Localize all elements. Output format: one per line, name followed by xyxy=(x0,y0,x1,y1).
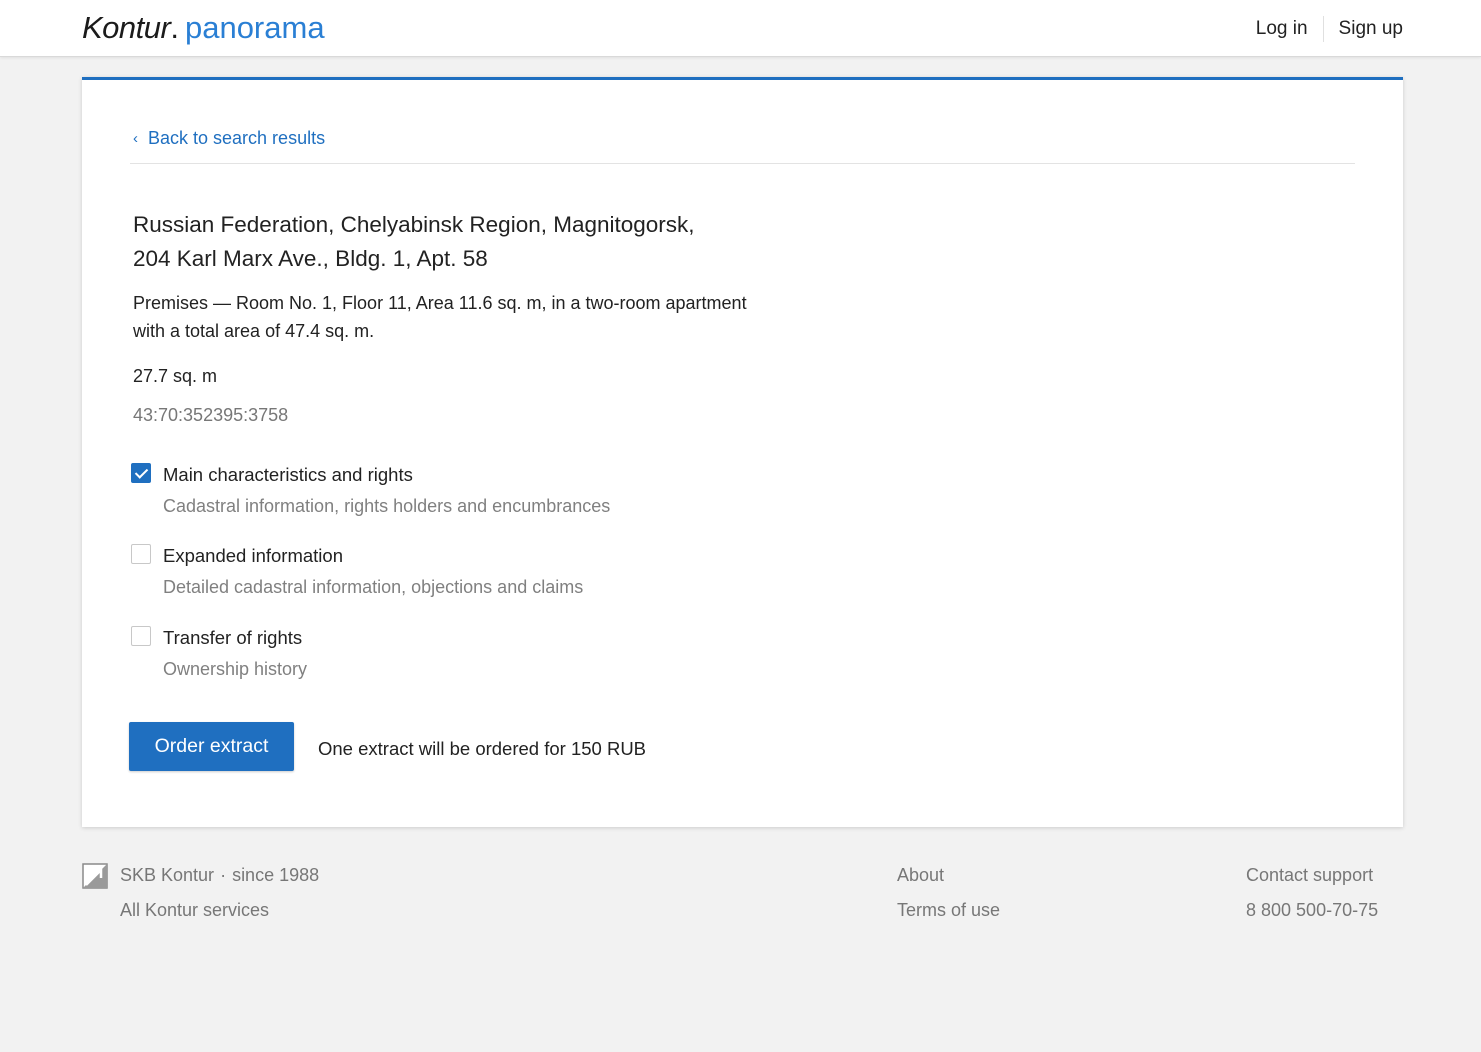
order-price-note: One extract will be ordered for 150 RUB xyxy=(318,738,647,759)
logo-dot: . xyxy=(170,10,179,45)
footer-company: SKB Kontur · since 1988 xyxy=(120,865,319,886)
auth-divider xyxy=(1322,16,1324,42)
company-since: since 1988 xyxy=(232,865,320,885)
option-expanded-information[interactable]: Expanded information Detailed cadastral … xyxy=(131,544,831,604)
option-main-characteristics[interactable]: Main characteristics and rights Cadastra… xyxy=(131,463,831,523)
property-address: Russian Federation, Chelyabinsk Region, … xyxy=(133,208,753,276)
terms-of-use-link[interactable]: Terms of use xyxy=(897,900,1000,921)
top-bar: Kontur. panorama Log in Sign up xyxy=(0,0,1481,57)
about-link[interactable]: About xyxy=(897,865,944,886)
footer: SKB Kontur · since 1988 All Kontur service… xyxy=(0,860,1481,940)
order-extract-button[interactable]: Order extract xyxy=(129,722,294,771)
option-title: Expanded information xyxy=(163,545,343,566)
back-to-results-link[interactable]: ‹ Back to search results xyxy=(133,128,325,149)
contact-support-link[interactable]: Contact support xyxy=(1246,865,1373,886)
checkbox-expanded-information[interactable] xyxy=(131,544,151,564)
signup-link[interactable]: Sign up xyxy=(1339,18,1403,40)
logo-product: panorama xyxy=(184,10,325,45)
support-phone: 8 800 500-70-75 xyxy=(1246,900,1379,920)
company-name: SKB Kontur xyxy=(120,865,215,885)
checkbox-main-characteristics[interactable] xyxy=(131,463,151,483)
back-link-label: Back to search results xyxy=(148,128,326,148)
property-card: ‹ Back to search results Russian Federat… xyxy=(82,77,1403,827)
cadastral-number: 43:70:352395:3758 xyxy=(133,405,289,425)
property-description: Premises — Room No. 1, Floor 11, Area 11… xyxy=(133,293,747,341)
property-area: 27.7 sq. m xyxy=(133,366,218,386)
option-title: Main characteristics and rights xyxy=(163,464,413,485)
checkbox-transfer-of-rights[interactable] xyxy=(131,626,151,646)
option-subtitle: Ownership history xyxy=(163,659,308,679)
logo-link[interactable]: Kontur. panorama xyxy=(82,10,325,46)
option-subtitle: Detailed cadastral information, objectio… xyxy=(163,577,584,597)
skb-kontur-logo-icon xyxy=(82,863,108,889)
option-title: Transfer of rights xyxy=(163,627,303,648)
login-link[interactable]: Log in xyxy=(1256,18,1308,40)
address-line-2: 204 Karl Marx Ave., Bldg. 1, Apt. 58 xyxy=(133,246,488,271)
option-subtitle: Cadastral information, rights holders an… xyxy=(163,496,611,516)
company-separator: · xyxy=(220,865,227,885)
chevron-left-icon: ‹ xyxy=(133,129,138,147)
logo-brand: Kontur xyxy=(82,10,171,45)
address-line-1: Russian Federation, Chelyabinsk Region, … xyxy=(133,212,695,237)
divider xyxy=(130,163,1355,164)
auth-links: Log in Sign up xyxy=(1256,16,1403,42)
all-services-link[interactable]: All Kontur services xyxy=(120,900,269,921)
option-transfer-of-rights[interactable]: Transfer of rights Ownership history xyxy=(131,626,831,686)
